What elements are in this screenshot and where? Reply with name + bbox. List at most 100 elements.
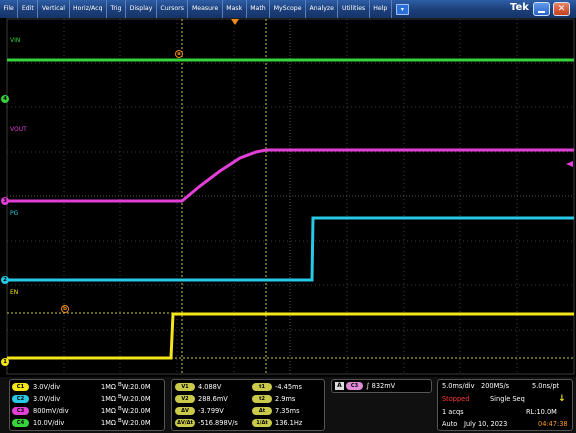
ch1-ground-marker[interactable]: 1 bbox=[1, 358, 9, 366]
waveform-en bbox=[7, 312, 574, 360]
t1-value: -4.45ms bbox=[275, 382, 302, 391]
menu-display[interactable]: Display bbox=[126, 0, 157, 18]
ch4-badge[interactable]: C4 bbox=[12, 418, 29, 427]
ch2-scale: 3.0V/div bbox=[33, 394, 61, 403]
menu-cursors[interactable]: Cursors bbox=[157, 0, 189, 18]
ch3-impedance-value: 1MΩ bbox=[101, 407, 116, 416]
ch3-scale: 800mV/div bbox=[33, 406, 69, 415]
cursor-t2-row: t2 2.9ms bbox=[252, 393, 295, 404]
ch1-bandwidth: W:20.0M bbox=[121, 383, 151, 392]
v2-badge: V2 bbox=[175, 394, 195, 403]
acquisition-count: 1 acqs bbox=[442, 408, 464, 416]
menu-edit[interactable]: Edit bbox=[18, 0, 39, 18]
menu-analyze[interactable]: Analyze bbox=[306, 0, 339, 18]
cursor-v1-row: V1 4.088V bbox=[175, 381, 221, 392]
minimize-icon bbox=[538, 10, 545, 13]
v2-value: 288.6mV bbox=[198, 394, 228, 403]
menu-horiz-acq[interactable]: Horiz/Acq bbox=[70, 0, 108, 18]
sequence-mode: Single Seq bbox=[490, 395, 525, 403]
channel-settings-box[interactable]: C1 3.0V/div 1MΩ BW:20.0M C2 3.0V/div 1MΩ… bbox=[9, 379, 165, 431]
date: July 10, 2023 bbox=[464, 420, 508, 428]
menu-dropdown-button[interactable]: ▾ bbox=[395, 3, 409, 15]
dvdt-value: -516.898V/s bbox=[198, 418, 238, 427]
ch4-ground-marker[interactable]: 4 bbox=[1, 95, 9, 103]
minimize-button[interactable] bbox=[533, 2, 550, 16]
label-pg: PG bbox=[10, 210, 19, 217]
timebase: 5.0ms/div bbox=[442, 382, 475, 390]
trigger-mode-badge: A bbox=[335, 382, 344, 390]
ch4-bandwidth: W:20.0M bbox=[121, 419, 151, 428]
cursor-b-label[interactable]: b bbox=[61, 305, 69, 313]
cursor-dv-row: ΔV -3.799V bbox=[175, 405, 224, 416]
trigger-level: 832mV bbox=[371, 382, 396, 390]
trigger-readout-box[interactable]: A C3 ∫ 832mV bbox=[331, 379, 432, 393]
waveform-display[interactable]: VIN VOUT PG EN 4 3 2 1 a b bbox=[0, 18, 576, 377]
ch2-badge[interactable]: C2 bbox=[12, 394, 29, 403]
ch3-badge[interactable]: C3 bbox=[12, 406, 29, 415]
inv-dt-value: 136.1Hz bbox=[275, 418, 303, 427]
close-icon: ✕ bbox=[557, 4, 566, 14]
label-en: EN bbox=[10, 289, 19, 296]
ch2-impedance-value: 1MΩ bbox=[101, 395, 116, 404]
cursor-dvdt-row: ΔV/Δt -516.898V/s bbox=[175, 417, 238, 428]
time: 04:47:38 bbox=[538, 420, 568, 428]
menu-trig[interactable]: Trig bbox=[107, 0, 127, 18]
cursor-inv-dt-row: 1/Δt 136.1Hz bbox=[252, 417, 302, 428]
cursor-v2-row: V2 288.6mV bbox=[175, 393, 228, 404]
record-length: RL:10.0M bbox=[526, 408, 557, 416]
channel-1-row[interactable]: C1 3.0V/div 1MΩ BW:20.0M bbox=[12, 381, 151, 392]
ch4-scale: 10.0V/div bbox=[33, 418, 65, 427]
ch1-impedance: 1MΩ BW:20.0M bbox=[101, 382, 161, 391]
waveform-pg bbox=[7, 216, 574, 282]
v1-value: 4.088V bbox=[198, 382, 222, 391]
inv-dt-badge: 1/Δt bbox=[252, 418, 272, 427]
menu-utilities[interactable]: Utilities bbox=[338, 0, 370, 18]
label-vin: VIN bbox=[10, 37, 21, 44]
ch2-bandwidth: W:20.0M bbox=[121, 395, 151, 404]
menu-file[interactable]: File bbox=[0, 0, 19, 18]
channel-2-row[interactable]: C2 3.0V/div 1MΩ BW:20.0M bbox=[12, 393, 151, 404]
cursor-a-label[interactable]: a bbox=[175, 50, 183, 58]
readout-panel: C1 3.0V/div 1MΩ BW:20.0M C2 3.0V/div 1MΩ… bbox=[0, 377, 576, 433]
acquisition-state: Stopped bbox=[442, 395, 470, 403]
cursor-readout-box[interactable]: V1 4.088V V2 288.6mV ΔV -3.799V ΔV/Δt -5… bbox=[171, 379, 325, 431]
t1-badge: t1 bbox=[252, 382, 272, 391]
ch1-scale: 3.0V/div bbox=[33, 382, 61, 391]
menu-myscope[interactable]: MyScope bbox=[270, 0, 307, 18]
sample-rate: 200MS/s bbox=[481, 382, 510, 390]
cursor-t1-row: t1 -4.45ms bbox=[252, 381, 302, 392]
cursor-dt-row: Δt 7.35ms bbox=[252, 405, 300, 416]
menu-mask[interactable]: Mask bbox=[223, 0, 247, 18]
close-button[interactable]: ✕ bbox=[553, 2, 570, 16]
trigger-mode: Auto bbox=[442, 420, 458, 428]
graticule bbox=[6, 18, 575, 375]
rising-edge-icon: ∫ bbox=[366, 382, 370, 390]
resolution: 5.0ns/pt bbox=[532, 382, 560, 390]
channel-3-row[interactable]: C3 800mV/div 1MΩ BW:20.0M bbox=[12, 405, 151, 416]
dvdt-badge: ΔV/Δt bbox=[175, 418, 195, 427]
ch1-badge[interactable]: C1 bbox=[12, 382, 29, 391]
run-stop-arrow-icon: ↓ bbox=[558, 394, 566, 404]
ch3-bandwidth: W:20.0M bbox=[121, 407, 151, 416]
dv-value: -3.799V bbox=[198, 406, 224, 415]
brand-logo: Tek bbox=[510, 2, 529, 13]
trigger-level-arrow bbox=[566, 161, 573, 167]
t2-badge: t2 bbox=[252, 394, 272, 403]
ch3-impedance: 1MΩ BW:20.0M bbox=[101, 406, 161, 415]
menu-help[interactable]: Help bbox=[370, 0, 392, 18]
channel-4-row[interactable]: C4 10.0V/div 1MΩ BW:20.0M bbox=[12, 417, 151, 428]
trigger-position-marker bbox=[231, 19, 239, 25]
menu-measure[interactable]: Measure bbox=[188, 0, 223, 18]
acquisition-readout-box[interactable]: 5.0ms/div 200MS/s 5.0ns/pt Stopped Singl… bbox=[437, 379, 573, 431]
ch3-ground-marker[interactable]: 3 bbox=[1, 197, 9, 205]
dv-badge: ΔV bbox=[175, 406, 195, 415]
ch4-impedance-value: 1MΩ bbox=[101, 419, 116, 428]
menu-vertical[interactable]: Vertical bbox=[38, 0, 70, 18]
menu-math[interactable]: Math bbox=[247, 0, 271, 18]
trigger-source-badge: C3 bbox=[346, 382, 363, 390]
dt-badge: Δt bbox=[252, 406, 272, 415]
chevron-down-icon: ▾ bbox=[400, 5, 404, 13]
t2-value: 2.9ms bbox=[275, 394, 296, 403]
menu-bar: File Edit Vertical Horiz/Acq Trig Displa… bbox=[0, 0, 576, 18]
ch2-ground-marker[interactable]: 2 bbox=[1, 276, 9, 284]
